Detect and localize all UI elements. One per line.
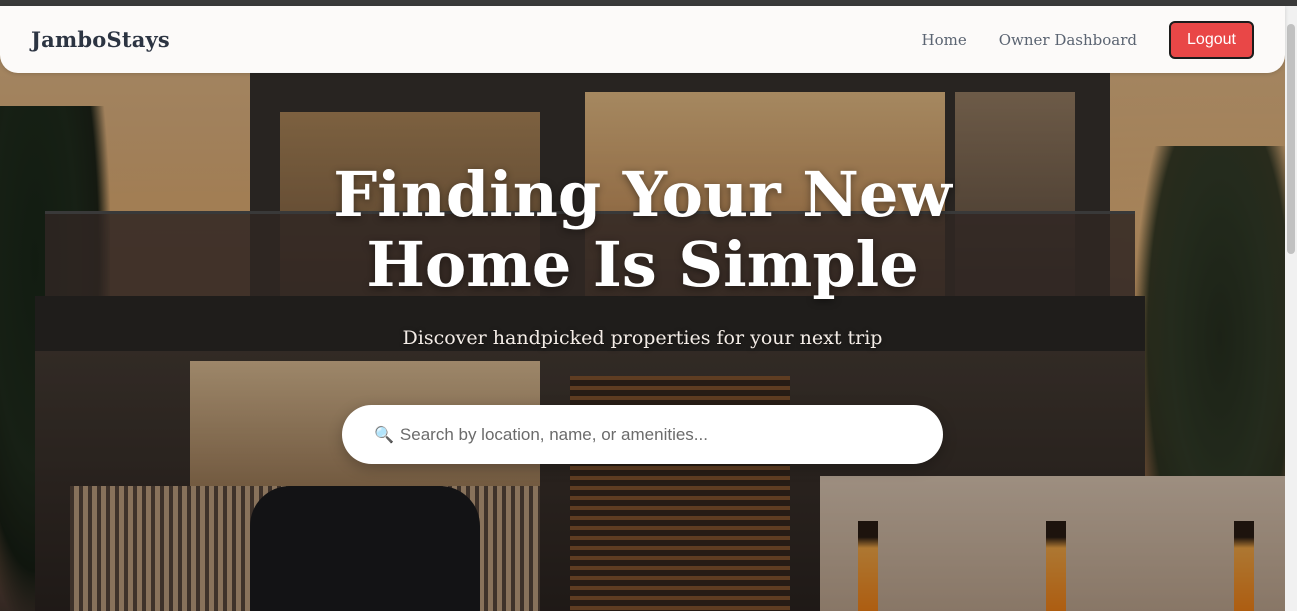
nav-link-owner-dashboard[interactable]: Owner Dashboard: [999, 31, 1137, 49]
hero-background-image: [0, 6, 1285, 611]
search-icon: 🔍: [374, 425, 394, 444]
hero-title: Finding Your New Home Is Simple: [0, 160, 1285, 300]
nav-links: Home Owner Dashboard Logout: [921, 20, 1254, 59]
nav-link-home[interactable]: Home: [921, 31, 966, 49]
brand-logo[interactable]: JamboStays: [31, 27, 170, 52]
navbar: JamboStays Home Owner Dashboard Logout: [0, 6, 1285, 73]
hero-title-line-1: Finding Your New: [333, 158, 952, 231]
logout-button[interactable]: Logout: [1169, 20, 1254, 59]
search-input[interactable]: [399, 424, 900, 445]
page-scrollbar[interactable]: [1285, 6, 1297, 611]
hero-subtitle: Discover handpicked properties for your …: [402, 327, 883, 349]
hero-overlay: [0, 6, 1285, 611]
hero-title-line-2: Home Is Simple: [366, 228, 919, 301]
scrollbar-thumb[interactable]: [1287, 24, 1295, 254]
search-bar[interactable]: 🔍: [342, 405, 943, 464]
